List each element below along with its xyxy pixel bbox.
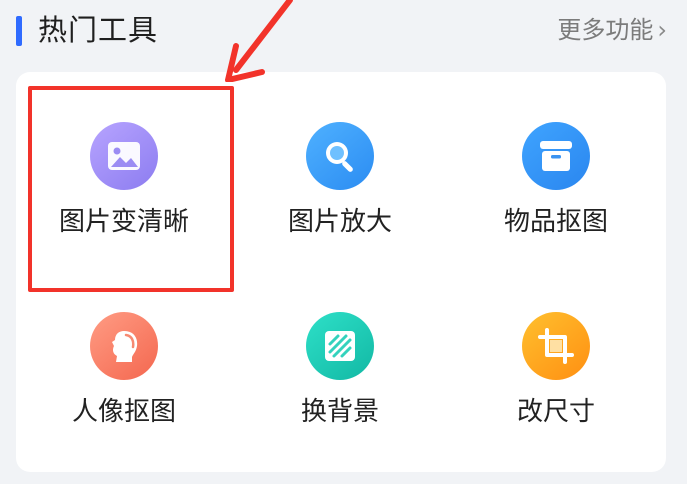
red-arrow-icon bbox=[225, 0, 293, 82]
crop-icon bbox=[522, 312, 590, 380]
box-icon bbox=[522, 122, 590, 190]
tool-image-enlarge[interactable]: 图片放大 bbox=[232, 72, 448, 262]
magnifier-icon bbox=[306, 122, 374, 190]
chevron-right-icon: › bbox=[657, 16, 667, 44]
portrait-icon bbox=[90, 312, 158, 380]
tool-label: 换背景 bbox=[300, 397, 379, 427]
tool-label: 图片放大 bbox=[287, 207, 392, 237]
highlight-box bbox=[28, 86, 234, 292]
tool-change-background[interactable]: 换背景 bbox=[232, 262, 448, 452]
tool-label: 改尺寸 bbox=[516, 397, 595, 427]
tool-label: 物品抠图 bbox=[503, 207, 608, 237]
tool-resize[interactable]: 改尺寸 bbox=[448, 262, 664, 452]
tool-object-cutout[interactable]: 物品抠图 bbox=[448, 72, 664, 262]
tool-label: 人像抠图 bbox=[71, 397, 176, 427]
more-features-label: 更多功能 bbox=[557, 16, 654, 44]
more-features-link[interactable]: 更多功能 › bbox=[557, 13, 667, 47]
section-title: 热门工具 bbox=[38, 13, 159, 47]
background-icon bbox=[306, 312, 374, 380]
section-accent-bar bbox=[16, 16, 22, 46]
section-header: 热门工具 更多功能 › bbox=[0, 0, 687, 62]
